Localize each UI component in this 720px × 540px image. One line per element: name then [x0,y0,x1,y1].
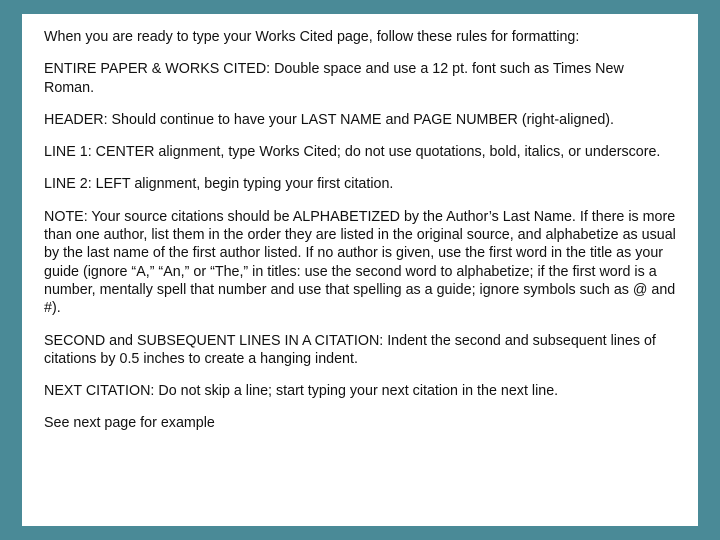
line-1-rule: LINE 1: CENTER alignment, type Works Cit… [44,143,676,161]
see-next-page: See next page for example [44,414,676,432]
header-rule: HEADER: Should continue to have your LAS… [44,111,676,129]
next-citation-rule: NEXT CITATION: Do not skip a line; start… [44,382,676,400]
entire-paper-rule: ENTIRE PAPER & WORKS CITED: Double space… [44,60,676,97]
line-2-rule: LINE 2: LEFT alignment, begin typing you… [44,175,676,193]
note-alphabetize: NOTE: Your source citations should be AL… [44,208,676,318]
hanging-indent-rule: SECOND and SUBSEQUENT LINES IN A CITATIO… [44,332,676,369]
slide-content: When you are ready to type your Works Ci… [22,14,698,526]
intro-text: When you are ready to type your Works Ci… [44,28,676,46]
